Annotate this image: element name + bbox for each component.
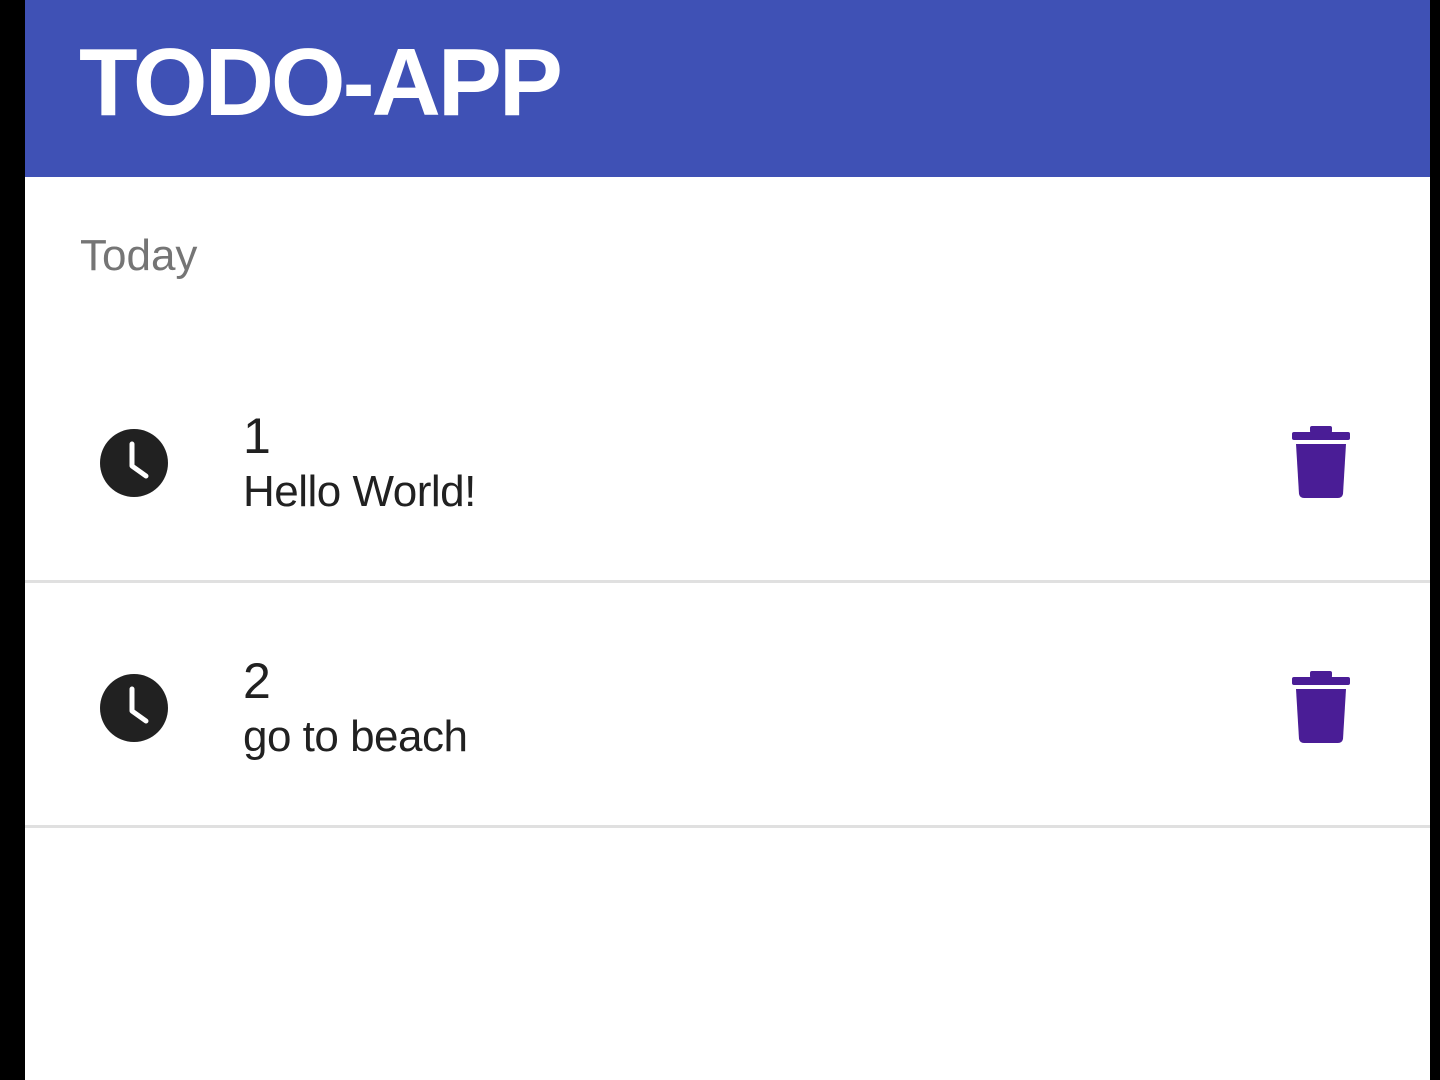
list-item-id: 2 xyxy=(243,653,271,709)
list-subheader: Today xyxy=(80,231,198,280)
todo-list: 1 Hello World! 2 go to beach xyxy=(25,338,1430,828)
list-item-id: 1 xyxy=(243,408,271,464)
clock-icon xyxy=(100,429,168,497)
list-item[interactable]: 1 Hello World! xyxy=(25,338,1430,583)
list-item-label: go to beach xyxy=(243,712,468,761)
delete-button[interactable] xyxy=(1285,669,1357,745)
list-item-text: 1 Hello World! xyxy=(243,408,476,520)
clock-icon xyxy=(100,674,168,742)
todo-app: TODO-APP Today 1 Hello World! 2 go to be… xyxy=(25,0,1430,1080)
trash-icon xyxy=(1292,671,1350,743)
app-title: TODO-APP xyxy=(79,29,563,136)
list-item-label: Hello World! xyxy=(243,467,476,516)
delete-button[interactable] xyxy=(1285,424,1357,500)
list-item-text: 2 go to beach xyxy=(243,653,468,765)
app-bar: TODO-APP xyxy=(25,0,1430,177)
list-item[interactable]: 2 go to beach xyxy=(25,583,1430,828)
trash-icon xyxy=(1292,426,1350,498)
